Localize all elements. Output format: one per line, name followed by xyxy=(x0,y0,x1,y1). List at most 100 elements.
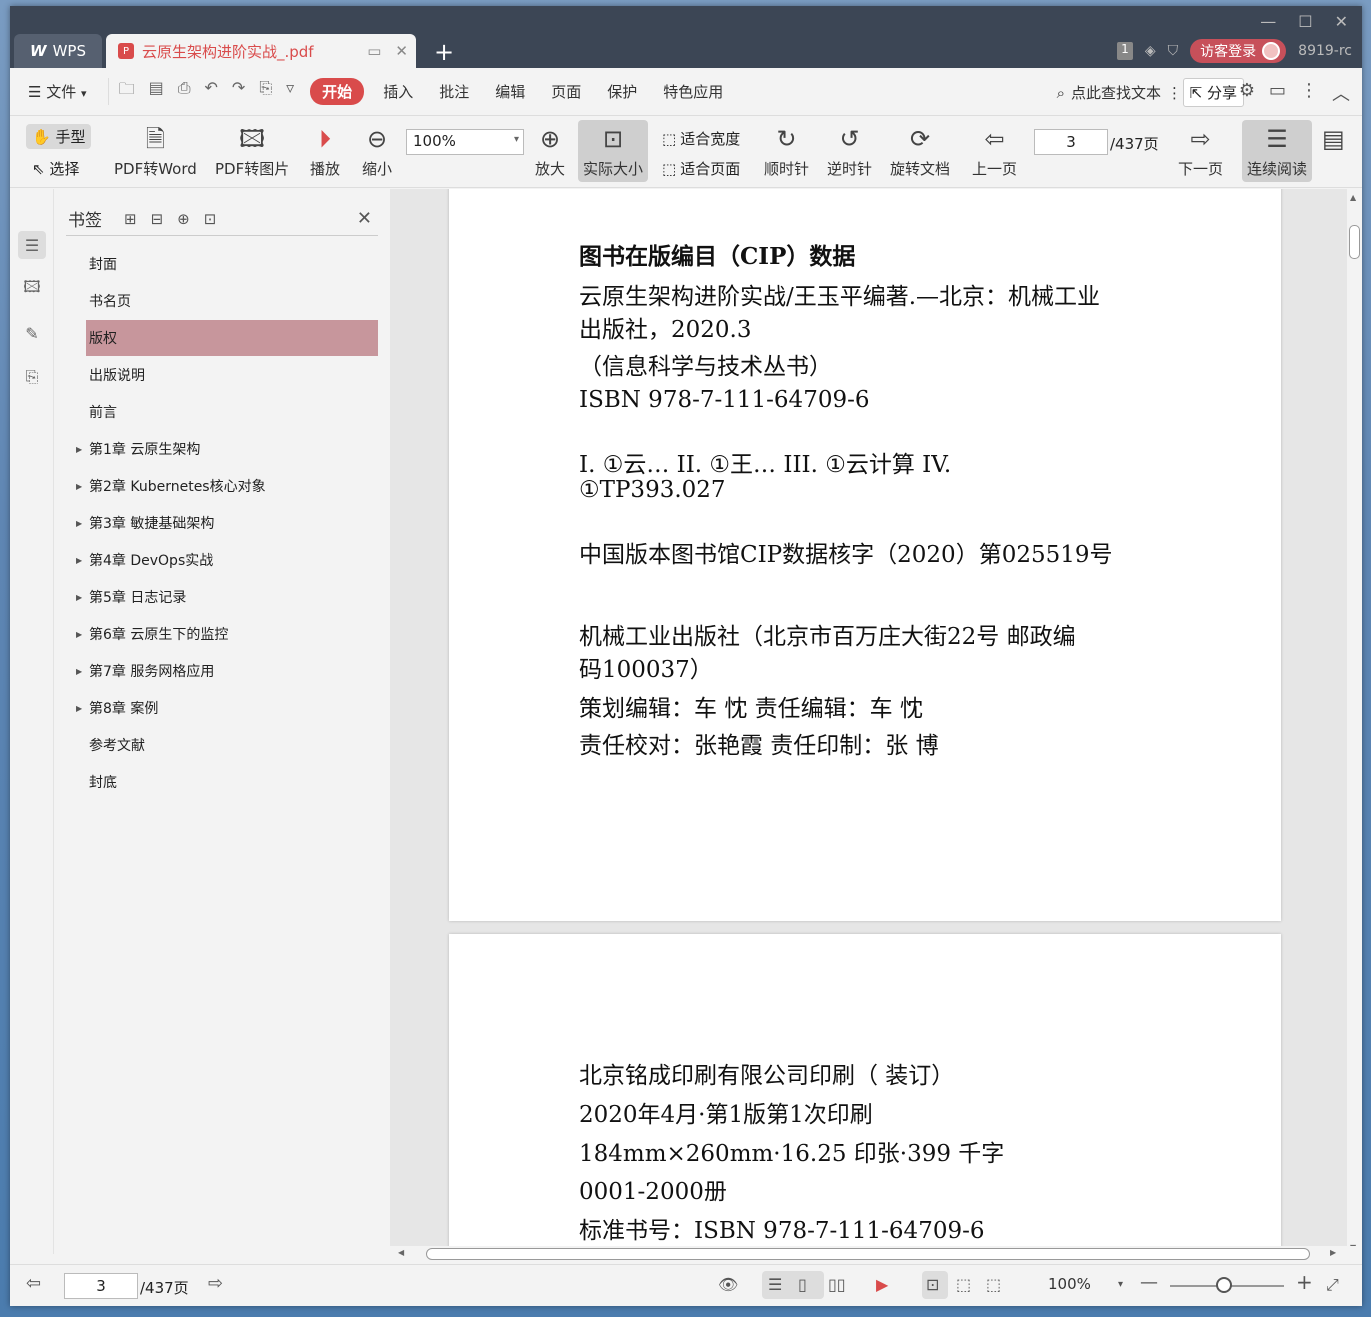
pin-icon[interactable]: ▭ xyxy=(367,42,381,60)
collapse-all-icon[interactable]: ⊟ xyxy=(151,210,164,228)
expand-all-icon[interactable]: ⊞ xyxy=(124,210,137,228)
zoom-in-icon[interactable]: + xyxy=(1296,1270,1313,1294)
expand-caret-icon[interactable]: ▶ xyxy=(76,556,82,565)
play-button[interactable]: ⏵ 播放 xyxy=(310,124,340,179)
bookmark-item[interactable]: 封面 xyxy=(86,246,378,282)
bookmark-item[interactable]: 参考文献 xyxy=(86,727,378,763)
horizontal-scrollbar[interactable]: ◀ ▶ xyxy=(390,1246,1362,1262)
tab-annotate[interactable]: 批注 xyxy=(426,81,482,102)
fit-page-button[interactable]: ⬚ 适合页面 xyxy=(662,158,740,179)
zoom-in-button[interactable]: ⊕ 放大 xyxy=(535,124,565,179)
expand-caret-icon[interactable]: ▶ xyxy=(76,519,82,528)
horizontal-scroll-thumb[interactable] xyxy=(426,1248,1310,1260)
tab-special[interactable]: 特色应用 xyxy=(650,81,736,102)
status-page-input[interactable]: 3 xyxy=(64,1273,138,1299)
tab-start[interactable]: 开始 xyxy=(310,78,365,105)
redo-icon[interactable]: ↷ xyxy=(232,78,245,105)
actual-size-button[interactable]: ⊡ 实际大小 xyxy=(578,120,648,182)
zoom-out-button[interactable]: ⊖ 缩小 xyxy=(362,124,392,179)
file-menu[interactable]: ☰ 文件 ▾ xyxy=(10,81,100,102)
bookmark-item[interactable]: ▶ 第3章 敏捷基础架构 xyxy=(76,505,378,541)
prev-page-icon[interactable]: ⇦ xyxy=(26,1273,41,1294)
find-text[interactable]: ⌕ 点此查找文本 ⋮ xyxy=(1057,82,1182,103)
bookmark-item[interactable]: ▶ 第4章 DevOps实战 xyxy=(76,542,378,578)
tab-edit[interactable]: 编辑 xyxy=(482,81,538,102)
close-window-icon[interactable]: ✕ xyxy=(1335,12,1348,31)
zoom-slider-handle[interactable] xyxy=(1216,1277,1232,1293)
thumbnail-panel-icon[interactable]: 🖾 xyxy=(18,275,46,303)
scroll-left-icon[interactable]: ◀ xyxy=(398,1248,404,1257)
eye-protection-icon[interactable]: 👁 xyxy=(718,1275,738,1294)
gear-icon[interactable]: ⚙ xyxy=(1239,80,1255,106)
bookmark-item[interactable]: ▶ 第8章 案例 xyxy=(76,690,378,726)
zoom-input[interactable]: 100% ▾ xyxy=(406,129,524,155)
add-bookmark-icon[interactable]: ⊕ xyxy=(177,210,190,228)
expand-caret-icon[interactable]: ▶ xyxy=(76,667,82,676)
skin-icon[interactable]: ◈ xyxy=(1145,43,1156,59)
expand-caret-icon[interactable]: ▶ xyxy=(76,704,82,713)
expand-caret-icon[interactable]: ▶ xyxy=(76,445,82,454)
bookmark-item[interactable]: 前言 xyxy=(86,394,378,430)
fit-page-icon[interactable]: ⬚ xyxy=(956,1275,971,1294)
fit-width-button[interactable]: ⬚ 适合宽度 xyxy=(662,128,740,149)
pdf-to-word-button[interactable]: 🗎 PDF转Word xyxy=(114,124,197,179)
vertical-scroll-thumb[interactable] xyxy=(1349,225,1360,259)
more-icon[interactable]: ⋮ xyxy=(1300,80,1318,106)
pdf-to-image-button[interactable]: 🖾 PDF转图片 xyxy=(215,124,289,179)
maximize-icon[interactable]: ☐ xyxy=(1298,12,1312,31)
expand-caret-icon[interactable]: ▶ xyxy=(76,593,82,602)
tab-insert[interactable]: 插入 xyxy=(370,81,426,102)
continuous-view-icon[interactable]: ☰ xyxy=(768,1275,782,1294)
play-icon[interactable]: ▶ xyxy=(876,1275,888,1294)
next-page-button[interactable]: ⇨ 下一页 xyxy=(1178,124,1223,179)
tab-page[interactable]: 页面 xyxy=(538,81,594,102)
bookmark-item[interactable]: 版权 xyxy=(86,320,378,356)
bookmark-item[interactable]: ▶ 第2章 Kubernetes核心对象 xyxy=(76,468,378,504)
two-page-icon[interactable]: ▯▯ xyxy=(828,1275,846,1294)
bookmark-item[interactable]: 封底 xyxy=(86,764,378,800)
hand-tool-button[interactable]: ✋ 手型 xyxy=(26,124,92,149)
document-tab[interactable]: P 云原生架构进阶实战_.pdf ▭ ✕ xyxy=(106,34,416,68)
attachment-panel-icon[interactable]: ⎘ xyxy=(18,363,46,391)
open-folder-icon[interactable]: 🗀 xyxy=(119,78,135,105)
vertical-scrollbar[interactable]: ▲ ▼ xyxy=(1347,189,1362,1252)
document-viewer[interactable]: 图书在版编目（CIP）数据 云原生架构进阶实战/王玉平编著.—北京：机械工业 出… xyxy=(390,189,1347,1252)
save-icon[interactable]: ▤ xyxy=(149,78,164,105)
collapse-ribbon-icon[interactable]: ︿ xyxy=(1332,80,1350,106)
bookmark-item[interactable]: ▶ 第5章 日志记录 xyxy=(76,579,378,615)
next-page-icon[interactable]: ⇨ xyxy=(208,1273,223,1294)
bookmark-item[interactable]: ▶ 第6章 云原生下的监控 xyxy=(76,616,378,652)
annotation-panel-icon[interactable]: ✎ xyxy=(18,319,46,347)
single-page-icon[interactable]: ▯ xyxy=(798,1275,807,1294)
scroll-up-icon[interactable]: ▲ xyxy=(1350,193,1356,202)
expand-caret-icon[interactable]: ▶ xyxy=(76,630,82,639)
new-tab-button[interactable]: + xyxy=(434,38,454,66)
close-tab-icon[interactable]: ✕ xyxy=(395,42,408,60)
undo-icon[interactable]: ↶ xyxy=(205,78,218,105)
page-number-input[interactable]: 3 xyxy=(1034,129,1108,155)
single-page-view-button[interactable]: ▤ xyxy=(1322,124,1345,154)
bookmark-icon[interactable]: ⊡ xyxy=(204,210,217,228)
expand-caret-icon[interactable]: ▶ xyxy=(76,482,82,491)
print-icon[interactable]: ⎙ xyxy=(178,78,191,105)
previous-page-button[interactable]: ⇦ 上一页 xyxy=(972,124,1017,179)
rotate-clockwise-button[interactable]: ↻ 顺时针 xyxy=(764,124,809,179)
scroll-right-icon[interactable]: ▶ xyxy=(1330,1248,1336,1257)
bookmark-item[interactable]: 书名页 xyxy=(86,283,378,319)
close-panel-icon[interactable]: ✕ xyxy=(357,208,372,229)
export-icon[interactable]: ⎘ xyxy=(259,78,272,105)
rotate-document-button[interactable]: ⟳ 旋转文档 xyxy=(890,124,950,179)
shirt-icon[interactable]: ⛉ xyxy=(1168,43,1179,59)
bookmark-item[interactable]: ▶ 第1章 云原生架构 xyxy=(76,431,378,467)
wps-home-tab[interactable]: W WPS xyxy=(14,34,102,68)
bookmark-item[interactable]: ▶ 第7章 服务网格应用 xyxy=(76,653,378,689)
comment-icon[interactable]: ▭ xyxy=(1269,80,1286,106)
rotate-counterclockwise-button[interactable]: ↺ 逆时针 xyxy=(827,124,872,179)
window-count-badge[interactable]: 1 xyxy=(1116,42,1133,60)
continuous-reading-button[interactable]: ☰ 连续阅读 xyxy=(1242,120,1312,182)
visitor-login-button[interactable]: 访客登录 xyxy=(1190,39,1287,63)
more-chevron-icon[interactable]: ▿ xyxy=(286,78,294,105)
actual-size-icon[interactable]: ⊡ xyxy=(926,1275,939,1294)
minimize-icon[interactable]: — xyxy=(1260,12,1276,31)
select-tool-button[interactable]: ⇖ 选择 xyxy=(32,158,79,179)
